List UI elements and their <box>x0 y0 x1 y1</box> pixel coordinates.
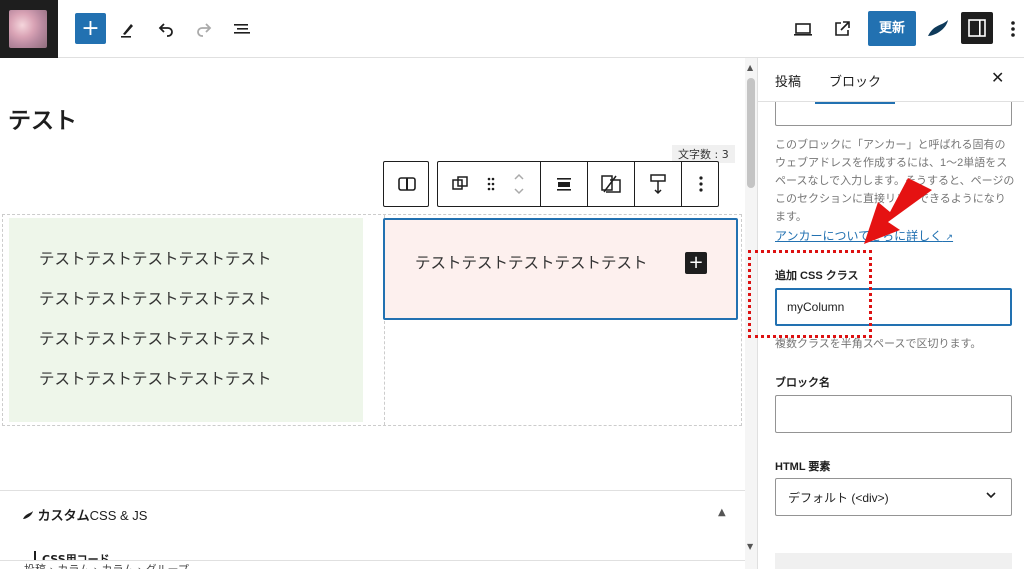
move-up-down-icon[interactable] <box>504 162 534 206</box>
block-options-icon[interactable] <box>682 162 720 206</box>
tab-block[interactable]: ブロック <box>814 71 896 104</box>
editor-canvas: テスト 文字数 : 3 テストテストテストテストテスト テストテストテストテスト… <box>0 58 745 569</box>
column-right-selected[interactable]: テストテストテストテストテスト + <box>383 218 738 320</box>
preview-device-icon[interactable] <box>787 13 819 45</box>
scroll-down-arrow-icon[interactable]: ▼ <box>747 542 753 551</box>
select-parent-block-button[interactable] <box>383 161 429 207</box>
redo-icon[interactable] <box>188 13 220 45</box>
block-toolbar <box>437 161 719 207</box>
html-element-select[interactable]: デフォルト (<div>) <box>775 478 1012 516</box>
external-link-icon: ↗ <box>945 232 954 242</box>
annotation-dotted-highlight <box>748 250 872 338</box>
add-block-plus-icon[interactable]: + <box>685 252 707 274</box>
options-more-icon[interactable] <box>997 13 1024 45</box>
collapse-caret-icon[interactable]: ▲ <box>718 507 726 518</box>
sidebar-next-section <box>775 553 1012 569</box>
sidebar-tabs: 投稿 ブロック ✕ <box>758 58 1024 104</box>
paragraph-line[interactable]: テストテストテストテストテスト <box>39 287 272 309</box>
html-element-selected-value: デフォルト (<div>) <box>788 491 889 505</box>
paragraph-line[interactable]: テストテストテストテストテスト <box>415 251 648 273</box>
block-inserter-button[interactable]: + <box>75 13 106 44</box>
column-left[interactable]: テストテストテストテストテスト テストテストテストテストテスト テストテストテス… <box>9 218 363 422</box>
drag-handle-icon[interactable] <box>482 162 500 206</box>
document-overview-icon[interactable] <box>226 13 258 45</box>
block-name-label: ブロック名 <box>775 377 830 389</box>
custom-css-js-panel: カスタムCSS & JS ▲ CSS用コード <box>0 490 745 569</box>
panel-title-rest: CSS & JS <box>89 508 148 523</box>
tools-pen-icon[interactable] <box>112 13 144 45</box>
paragraph-line[interactable]: テストテストテストテストテスト <box>39 367 272 389</box>
panel-title[interactable]: カスタムCSS & JS <box>22 505 147 524</box>
annotation-red-arrow-icon <box>864 178 932 244</box>
close-icon[interactable]: ✕ <box>991 68 1004 87</box>
update-button[interactable]: 更新 <box>868 11 916 46</box>
block-name-input[interactable] <box>775 395 1012 433</box>
view-post-external-icon[interactable] <box>826 13 858 45</box>
scroll-up-arrow-icon[interactable]: ▲ <box>747 63 753 72</box>
height-setting-icon[interactable] <box>635 162 681 206</box>
panel-title-bold: カスタム <box>37 508 90 523</box>
editor-top-toolbar: + 更新 <box>0 0 1024 58</box>
html-anchor-input[interactable] <box>775 102 1012 126</box>
paragraph-line[interactable]: テストテストテストテストテスト <box>39 327 272 349</box>
page-title[interactable]: テスト <box>8 101 77 135</box>
site-logo-image <box>9 10 47 48</box>
column-block-icon[interactable] <box>438 162 482 206</box>
undo-icon[interactable] <box>150 13 182 45</box>
html-element-label: HTML 要素 <box>775 461 831 473</box>
settings-sidebar-toggle[interactable] <box>961 12 993 44</box>
block-breadcrumb[interactable]: 投稿 › カラム › カラム › グループ <box>0 560 745 569</box>
plugin-leaf-icon <box>23 511 33 519</box>
chevron-down-icon <box>985 489 997 503</box>
vertical-alignment-icon[interactable] <box>541 162 587 206</box>
duotone-filter-icon[interactable] <box>588 162 634 206</box>
plugin-leaf-icon[interactable] <box>922 13 954 45</box>
site-icon-button[interactable] <box>0 0 58 58</box>
scroll-thumb[interactable] <box>747 78 755 188</box>
tab-post[interactable]: 投稿 <box>775 71 801 90</box>
paragraph-line[interactable]: テストテストテストテストテスト <box>39 247 272 269</box>
